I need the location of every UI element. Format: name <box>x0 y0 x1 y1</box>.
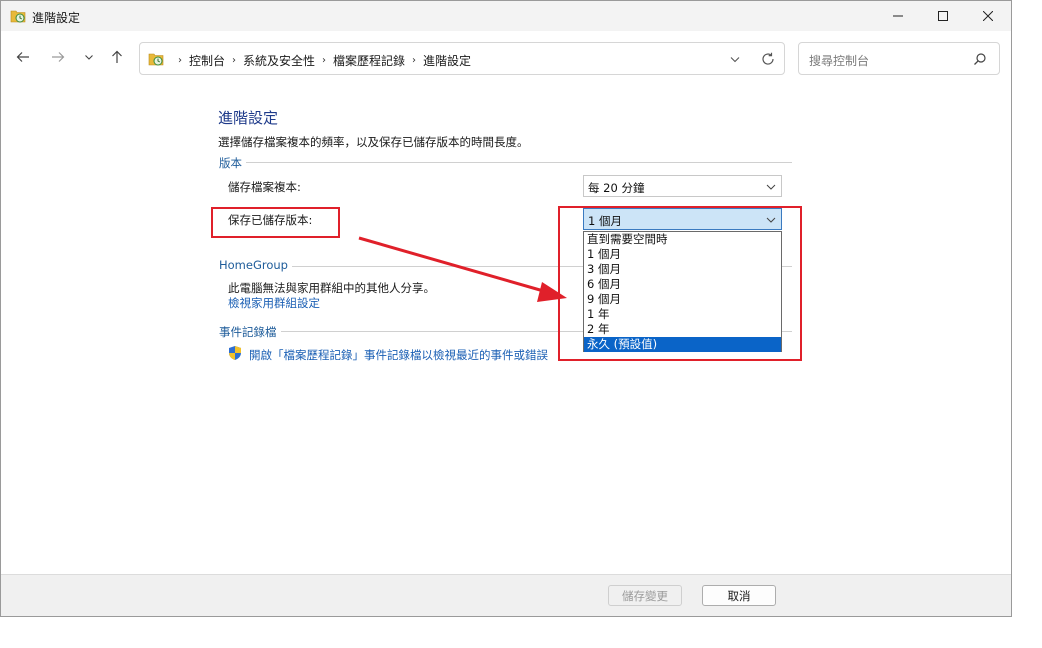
save-copies-value: 每 20 分鐘 <box>588 181 645 195</box>
forward-button[interactable] <box>46 45 70 69</box>
search-input[interactable]: 搜尋控制台 <box>798 42 1000 75</box>
breadcrumb-system-security[interactable]: 系統及安全性 <box>243 52 315 69</box>
page-title: 進階設定 <box>218 109 279 127</box>
chevron-down-icon <box>766 184 776 190</box>
address-bar[interactable]: › 控制台 › 系統及安全性 › 檔案歷程記錄 › 進階設定 <box>139 42 785 75</box>
uac-shield-icon <box>229 346 241 360</box>
homegroup-group-label: HomeGroup <box>219 258 292 272</box>
maximize-icon <box>938 11 948 21</box>
control-panel-icon <box>148 53 164 66</box>
chevron-right-icon: › <box>322 55 327 66</box>
navigation-bar: › 控制台 › 系統及安全性 › 檔案歷程記錄 › 進階設定 搜尋控制台 <box>1 31 1011 86</box>
view-homegroup-settings-link[interactable]: 檢視家用群組設定 <box>228 295 320 311</box>
chevron-right-icon: › <box>412 55 417 66</box>
group-divider <box>219 162 792 163</box>
advanced-settings-window: 進階設定 › 控制台 › 系統及安全性 › 檔案歷程記錄 › 進階設定 搜尋控制… <box>0 0 1012 617</box>
chevron-right-icon: › <box>178 55 182 66</box>
title-bar: 進階設定 <box>1 1 1011 31</box>
save-copies-select[interactable]: 每 20 分鐘 <box>583 175 782 197</box>
arrow-right-icon <box>52 52 65 62</box>
breadcrumb-advanced-settings[interactable]: 進階設定 <box>423 52 471 69</box>
page-description: 選擇儲存檔案複本的頻率，以及保存已儲存版本的時間長度。 <box>218 135 529 149</box>
address-history-icon[interactable] <box>728 52 742 66</box>
close-button[interactable] <box>965 1 1011 31</box>
save-copies-label: 儲存檔案複本: <box>228 180 301 194</box>
refresh-icon[interactable] <box>760 51 776 67</box>
window-title: 進階設定 <box>32 11 81 25</box>
versions-group-label: 版本 <box>219 155 246 171</box>
homegroup-info: 此電腦無法與家用群組中的其他人分享。 <box>228 281 435 295</box>
dialog-footer: 儲存變更 取消 <box>1 574 1011 616</box>
chevron-down-icon <box>85 55 93 60</box>
recent-locations-button[interactable] <box>77 45 101 69</box>
eventlog-group-label: 事件記錄檔 <box>219 324 281 340</box>
open-event-log-link[interactable]: 開啟「檔案歷程記錄」事件記錄檔以檢視最近的事件或錯誤 <box>249 347 557 363</box>
cancel-button[interactable]: 取消 <box>702 585 776 606</box>
search-icon[interactable] <box>973 52 987 66</box>
breadcrumb-control-panel[interactable]: 控制台 <box>189 52 225 69</box>
annotation-box-label <box>211 207 340 238</box>
chevron-right-icon: › <box>232 55 237 66</box>
main-content: 進階設定 選擇儲存檔案複本的頻率，以及保存已儲存版本的時間長度。 版本 儲存檔案… <box>1 86 1011 574</box>
search-placeholder: 搜尋控制台 <box>809 54 870 68</box>
annotation-box-dropdown <box>558 206 802 361</box>
back-button[interactable] <box>11 45 35 69</box>
maximize-button[interactable] <box>920 1 966 31</box>
save-changes-button[interactable]: 儲存變更 <box>608 585 682 606</box>
arrow-left-icon <box>16 52 29 62</box>
close-icon <box>983 11 993 21</box>
arrow-up-icon <box>112 50 122 63</box>
minimize-icon <box>893 15 903 17</box>
minimize-button[interactable] <box>875 1 921 31</box>
breadcrumb: › 控制台 › 系統及安全性 › 檔案歷程記錄 › 進階設定 <box>171 52 471 69</box>
breadcrumb-file-history[interactable]: 檔案歷程記錄 <box>333 52 405 69</box>
up-button[interactable] <box>105 45 129 69</box>
file-history-icon <box>10 10 26 23</box>
